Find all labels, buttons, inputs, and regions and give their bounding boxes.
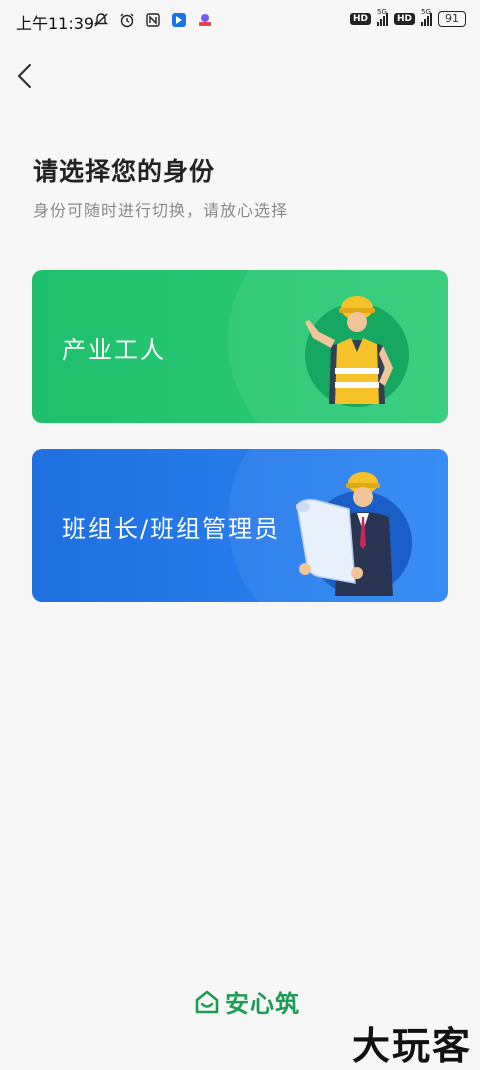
back-button[interactable] (10, 60, 42, 92)
alarm-clock-icon (118, 11, 136, 29)
footer-logo-text: 安心筑 (225, 990, 300, 1018)
nfc-icon (144, 11, 162, 29)
battery-indicator: 91 (438, 11, 466, 27)
app-notification-icon (170, 11, 188, 29)
watermark: 大玩客 (351, 1024, 472, 1068)
manager-illustration-icon (296, 472, 412, 596)
page-subtitle: 身份可随时进行切换，请放心选择 (33, 201, 289, 220)
page-title: 请选择您的身份 (33, 157, 216, 186)
role-card-worker[interactable]: 产业工人 (32, 270, 448, 423)
status-bar: 上午11:39 HD 5G HD 5G 91 (0, 0, 480, 40)
hd-badge-2: HD (393, 13, 415, 25)
worker-illustration-icon (305, 296, 409, 407)
chevron-left-icon (17, 63, 32, 89)
app-badge-icon (196, 11, 214, 29)
role-label-worker: 产业工人 (62, 336, 166, 364)
footer-logo: 安心筑 (193, 984, 300, 1019)
status-time: 上午11:39 (16, 14, 95, 33)
role-label-leader: 班组长/班组管理员 (62, 515, 281, 543)
signal-icon-2: 5G (421, 8, 432, 26)
house-smile-logo-icon (195, 990, 219, 1013)
mute-bell-icon (92, 11, 110, 29)
role-card-leader[interactable]: 班组长/班组管理员 (32, 449, 448, 602)
status-right: HD 5G HD 5G 91 (349, 8, 466, 27)
hd-badge: HD (349, 13, 371, 25)
status-icons-left (92, 11, 214, 29)
signal-icon: 5G (376, 8, 388, 26)
